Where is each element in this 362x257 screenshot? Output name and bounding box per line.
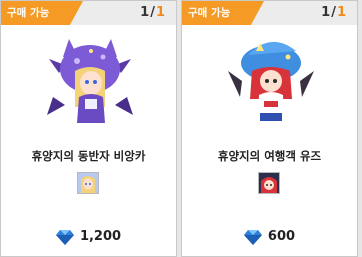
purchase-count: 1/1 (321, 5, 347, 20)
count-current: 1 (321, 5, 332, 20)
character-portrait-icon (259, 173, 279, 193)
shop-item-card[interactable]: 구매 가능 1/1 휴양지의 여행객 유즈 600 (181, 0, 358, 257)
character-illustration (228, 41, 314, 121)
count-max: 1 (155, 5, 166, 20)
item-name: 휴양지의 동반자 비앙카 (31, 149, 146, 163)
character-portrait-icon (78, 173, 98, 193)
character-thumbnail[interactable] (258, 172, 280, 194)
price-display: 1,200 (1, 226, 176, 246)
price-display: 600 (182, 226, 357, 246)
price-value: 1,200 (79, 229, 122, 244)
purchasable-tag: 구매 가능 (1, 1, 83, 25)
blue-gem-icon (243, 229, 262, 245)
character-illustration (47, 39, 133, 123)
shop-item-card[interactable]: 구매 가능 1/1 휴양지의 동반자 비앙카 1,200 (0, 0, 177, 257)
purchase-count: 1/1 (140, 5, 166, 20)
count-current: 1 (140, 5, 151, 20)
character-thumbnail[interactable] (77, 172, 99, 194)
price-value: 600 (267, 229, 296, 244)
item-name: 휴양지의 여행객 유즈 (217, 149, 322, 163)
blue-gem-icon (55, 229, 74, 245)
purchasable-tag: 구매 가능 (182, 1, 264, 25)
count-max: 1 (336, 5, 347, 20)
